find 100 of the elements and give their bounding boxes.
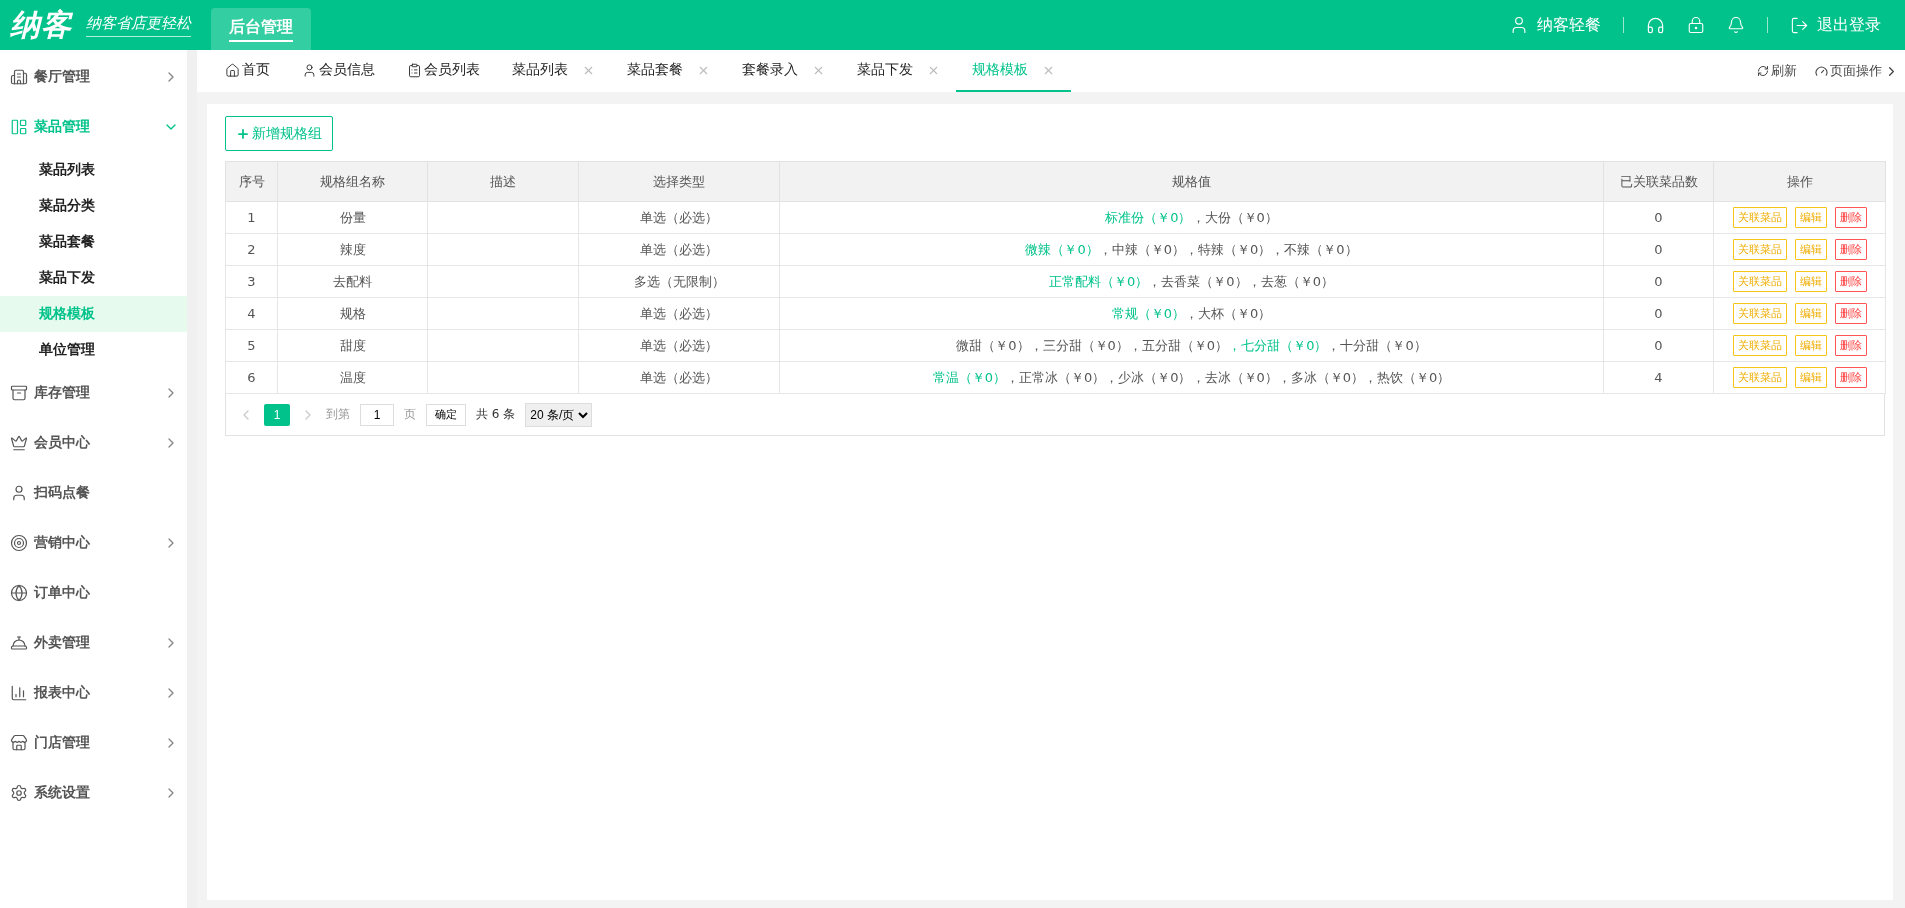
refresh-button[interactable]: 刷新 [1757,62,1797,80]
store-icon [10,734,28,752]
page-size-select[interactable]: 20 条/页 [525,402,593,427]
table-cell: 6 [225,361,278,394]
column-header: 规格值 [779,161,1604,202]
bell-icon[interactable] [1727,16,1745,34]
table-cell: 5 [225,329,278,362]
globe-icon [10,584,28,602]
page-tab[interactable]: 首页 [209,50,286,92]
table-cell: 0 [1603,329,1714,362]
table-cell: 3 [225,265,278,298]
sidebar-label: 外卖管理 [34,634,90,652]
sidebar-item[interactable]: 门店管理 [0,718,187,768]
spec-values-cell: 微辣（￥0），中辣（￥0），特辣（￥0），不辣（￥0） [779,233,1604,266]
sidebar-subitem[interactable]: 菜品分类 [0,188,187,224]
table-cell: 4 [225,297,278,330]
person-icon [302,62,317,78]
clipboard-icon [407,62,422,78]
table-cell: 1 [225,201,278,234]
sidebar-item[interactable]: 营销中心 [0,518,187,568]
table-cell: 单选（必选） [578,361,780,394]
sidebar-label: 菜品管理 [34,118,90,136]
spec-values-cell: 常规（￥0），大杯（￥0） [779,297,1604,330]
table-cell: 0 [1603,201,1714,234]
table-cell: 温度 [277,361,428,394]
page-unit: 页 [404,406,416,423]
sidebar-subitem[interactable]: 菜品列表 [0,152,187,188]
page-input[interactable]: 1 [360,403,394,426]
person-icon [10,484,28,502]
page-actions-button[interactable]: 页面操作 [1815,62,1899,80]
sidebar-item[interactable]: 系统设置 [0,768,187,818]
settings-icon [10,784,28,802]
sidebar-item[interactable]: 会员中心 [0,418,187,468]
delete-button[interactable]: 删除 [1834,207,1867,228]
sidebar-subitem[interactable]: 单位管理 [0,332,187,368]
delete-button[interactable]: 删除 [1834,335,1867,356]
archive-box-icon [10,384,28,402]
table-cell: 单选（必选） [578,297,780,330]
table-cell: 单选（必选） [578,329,780,362]
table-cell: 4 [1603,361,1714,394]
sidebar-subitem[interactable]: 菜品下发 [0,260,187,296]
page-tab[interactable]: 菜品下发 [841,50,956,92]
target-icon [10,534,28,552]
sidebar-item[interactable]: 扫码点餐 [0,468,187,518]
table-cell: 甜度 [277,329,428,362]
spec-values-cell: 常温（￥0），正常冰（￥0），少冰（￥0），去冰（￥0），多冰（￥0），热饮（￥0） [779,361,1604,394]
sidebar-label: 门店管理 [34,734,90,752]
table-cell: 0 [1603,265,1714,298]
delete-button[interactable]: 删除 [1834,239,1867,260]
column-header: 规格组名称 [277,161,428,202]
goto-label: 到第 [326,406,350,423]
sidebar-item[interactable]: 外卖管理 [0,618,187,668]
spec-values-cell: 标准份（￥0），大份（￥0） [779,201,1604,234]
page-tab[interactable]: 会员列表 [391,50,496,92]
delete-button[interactable]: 删除 [1834,271,1867,292]
sidebar-item[interactable]: 库存管理 [0,368,187,418]
lock-icon[interactable] [1687,16,1705,34]
gauge-icon [1815,64,1828,78]
crown-icon [10,434,28,452]
headset-icon[interactable] [1646,15,1665,35]
page-tab[interactable]: 菜品列表 [496,50,611,92]
sidebar-item[interactable]: 订单中心 [0,568,187,618]
sidebar-label: 营销中心 [34,534,90,552]
sidebar-label: 报表中心 [34,684,90,702]
service-bell-icon [10,634,28,652]
sidebar-label: 会员中心 [34,434,90,452]
table-cell: 单选（必选） [578,201,780,234]
sidebar-item[interactable]: 餐厅管理 [0,52,187,102]
page-tab[interactable]: 会员信息 [286,50,391,92]
column-header: 描述 [427,161,579,202]
table-cell: 份量 [277,201,428,234]
page-tab[interactable]: 菜品套餐 [611,50,726,92]
table-cell: 多选（无限制） [578,265,780,298]
sidebar-label: 订单中心 [34,584,90,602]
delete-button[interactable]: 删除 [1834,367,1867,388]
sidebar-label: 系统设置 [34,784,90,802]
slogan: 纳客省店更轻松 [86,13,191,37]
logo: 纳客 [10,5,72,44]
table-cell: 去配料 [277,265,428,298]
table-cell: 规格 [277,297,428,330]
delete-button[interactable]: 删除 [1834,303,1867,324]
home-icon [225,62,240,78]
logout-icon [1790,15,1809,35]
total-count: 共 6 条 [476,406,516,423]
confirm-button[interactable]: 确定 [426,403,466,426]
column-header: 已关联菜品数 [1603,161,1714,202]
sidebar-item[interactable]: 报表中心 [0,668,187,718]
table-cell: 0 [1603,233,1714,266]
sidebar-label: 扫码点餐 [34,484,90,502]
sidebar-label: 库存管理 [34,384,90,402]
spec-values-cell: 正常配料（￥0），去香菜（￥0），去葱（￥0） [779,265,1604,298]
sidebar-label: 餐厅管理 [34,68,90,86]
table-cell: 2 [225,233,278,266]
page-tab[interactable]: 套餐录入 [726,50,841,92]
table-cell: 辣度 [277,233,428,266]
bar-chart-icon [10,684,28,702]
column-header: 操作 [1713,161,1886,202]
sidebar-subitem[interactable]: 菜品套餐 [0,224,187,260]
column-header: 选择类型 [578,161,780,202]
refresh-icon [1757,65,1769,77]
